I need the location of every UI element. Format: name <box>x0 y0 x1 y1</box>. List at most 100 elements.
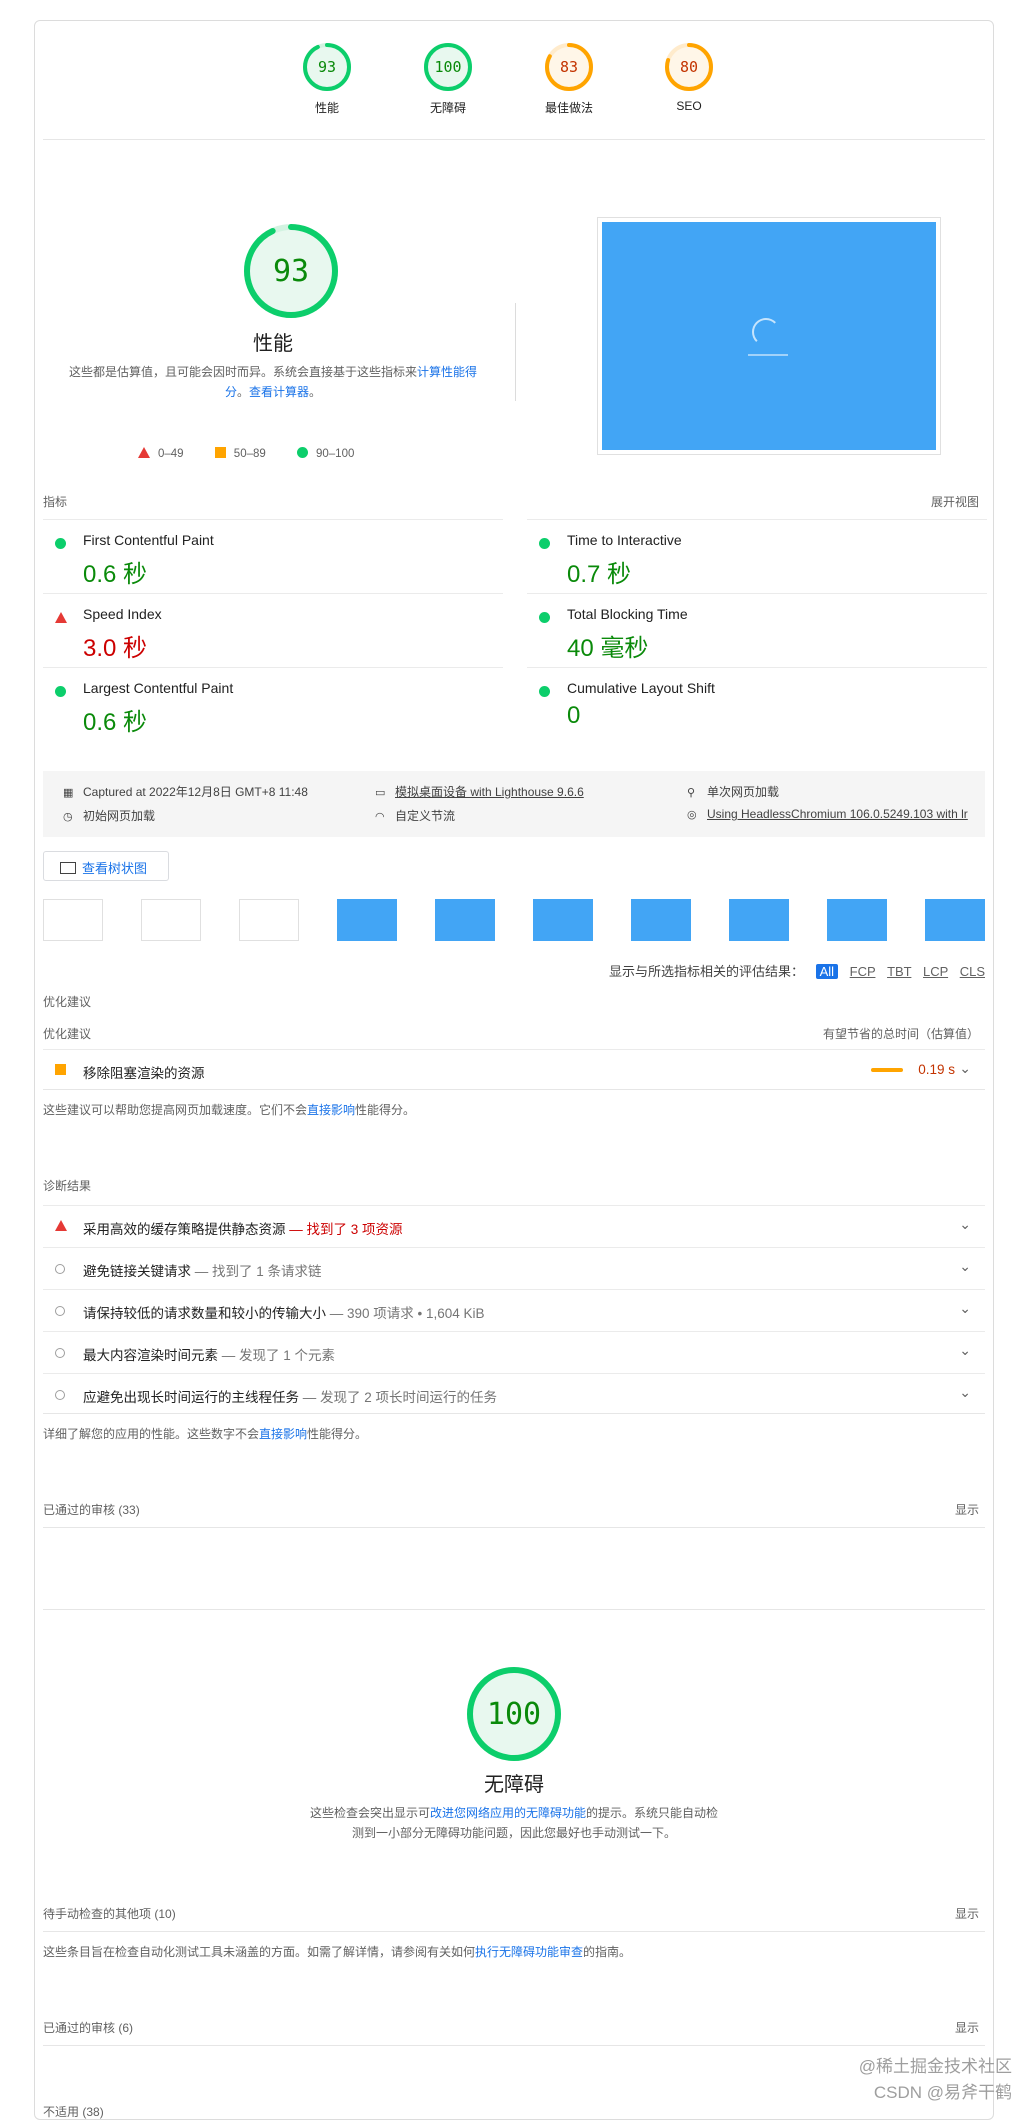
metric-tbt: Total Blocking Time 40 毫秒 <box>527 593 987 666</box>
accessibility-score: 100 <box>487 1697 541 1732</box>
metric-value: 0.7 秒 <box>567 561 632 588</box>
report-card: 93 性能 100 无障碍 83 最佳做法 80 SEO 93 性能 这些都是估… <box>34 20 994 2120</box>
show-manual-checks[interactable]: 显示 <box>955 1905 979 1922</box>
show-passed-audits[interactable]: 显示 <box>955 1501 979 1518</box>
single-page-load: ⚲ 单次网页加载 <box>687 785 780 799</box>
expand-view-toggle[interactable]: 展开视图 <box>931 493 979 510</box>
filmstrip-frame <box>435 899 495 941</box>
diagnostic-title: 采用高效的缓存策略提供静态资源 <box>83 1222 286 1237</box>
divider <box>43 2045 985 2046</box>
diagnostic-title: 避免链接关键请求 <box>83 1264 191 1279</box>
diagnostic-detail: — 390 项请求 • 1,604 KiB <box>329 1306 485 1321</box>
filter-tbt[interactable]: TBT <box>887 964 911 979</box>
diagnostic-title: 最大内容渲染时间元素 <box>83 1348 218 1363</box>
timer-icon: ◷ <box>63 811 73 823</box>
legend-fail: 0–49 <box>138 447 184 460</box>
filmstrip-frame <box>337 899 397 941</box>
filter-fcp[interactable]: FCP <box>850 964 876 979</box>
improve-accessibility-link[interactable]: 改进您网络应用的无障碍功能 <box>430 1806 586 1820</box>
metric-name: Largest Contentful Paint <box>83 680 234 696</box>
diagnostic-row[interactable]: 最大内容渲染时间元素 — 发现了 1 个元素 ⌄ <box>43 1331 985 1372</box>
performance-summary: 93 性能 这些都是估算值，且可能会因时而异。系统会直接基于这些指标来计算性能得… <box>43 221 503 402</box>
filter-lcp[interactable]: LCP <box>923 964 948 979</box>
pass-circle-icon <box>55 684 66 702</box>
performance-description: 这些都是估算值，且可能会因时而异。系统会直接基于这些指标来计算性能得分。查看计算… <box>68 365 478 399</box>
pass-circle-icon <box>539 684 550 702</box>
diagnostic-row[interactable]: 请保持较低的请求数量和较小的传输大小 — 390 项请求 • 1,604 KiB… <box>43 1289 985 1330</box>
metric-value: 40 毫秒 <box>567 635 649 662</box>
diagnostics-note: 详细了解您的应用的性能。这些数字不会直接影响性能得分。 <box>43 1427 368 1441</box>
info-circle-icon <box>55 1346 65 1361</box>
filmstrip-frame <box>827 899 887 941</box>
chevron-down-icon[interactable]: ⌄ <box>959 1300 971 1317</box>
accessibility-gauge: 100 <box>467 1667 561 1761</box>
view-treemap-button[interactable]: 查看树状图 <box>43 851 169 881</box>
screenshot-image <box>602 222 936 450</box>
filmstrip-frame <box>729 899 789 941</box>
info-circle-icon <box>55 1304 65 1319</box>
chevron-down-icon[interactable]: ⌄ <box>959 1258 971 1275</box>
accessibility-title: 无障碍 <box>484 1774 544 1796</box>
opportunity-row[interactable]: 移除阻塞渲染的资源 0.19 s ⌄ <box>43 1049 985 1090</box>
accessibility-review-link[interactable]: 执行无障碍功能审查 <box>475 1945 583 1959</box>
metric-name: Cumulative Layout Shift <box>567 680 715 696</box>
metric-value: 0 <box>567 702 581 729</box>
opportunities-note: 这些建议可以帮助您提高网页加载速度。它们不会直接影响性能得分。 <box>43 1103 416 1117</box>
divider <box>43 1089 985 1090</box>
diagnostic-row[interactable]: 采用高效的缓存策略提供静态资源 — 找到了 3 项资源 ⌄ <box>43 1205 985 1246</box>
opportunity-title: 移除阻塞渲染的资源 <box>83 1066 205 1081</box>
passed-accessibility-toggle[interactable]: 已通过的审核 (6) <box>43 2019 133 2036</box>
not-applicable-toggle[interactable]: 不适用 (38) <box>43 2103 104 2120</box>
browser-info[interactable]: ◎ Using HeadlessChromium 106.0.5249.103 w… <box>687 807 968 821</box>
diagnostic-row[interactable]: 应避免出现长时间运行的主线程任务 — 发现了 2 项长时间运行的任务 ⌄ <box>43 1373 985 1414</box>
divider <box>43 1609 985 1610</box>
chevron-down-icon[interactable]: ⌄ <box>959 1342 971 1359</box>
metric-value: 0.6 秒 <box>83 561 148 588</box>
legend-average: 50–89 <box>214 447 266 460</box>
direct-impact-link[interactable]: 直接影响 <box>307 1103 355 1117</box>
average-square-icon <box>214 447 226 458</box>
fail-triangle-icon <box>138 447 150 458</box>
metric-tti: Time to Interactive 0.7 秒 <box>527 519 987 592</box>
direct-impact-link[interactable]: 直接影响 <box>259 1427 307 1441</box>
info-circle-icon <box>55 1388 65 1403</box>
filmstrip-frame <box>43 899 103 941</box>
filter-cls[interactable]: CLS <box>960 964 985 979</box>
performance-title: 性能 <box>253 333 293 355</box>
final-screenshot[interactable] <box>597 217 941 455</box>
divider <box>43 1527 985 1528</box>
custom-throttling: ◠ 自定义节流 <box>375 809 456 823</box>
opportunities-heading: 优化建议 <box>43 995 92 1009</box>
passed-audits-toggle[interactable]: 已通过的审核 (33) <box>43 1501 140 1518</box>
show-passed-accessibility[interactable]: 显示 <box>955 2019 979 2036</box>
manual-checks-toggle[interactable]: 待手动检查的其他项 (10) <box>43 1905 176 1922</box>
diagnostic-detail: — 发现了 1 个元素 <box>221 1348 336 1363</box>
metric-value: 3.0 秒 <box>83 635 148 662</box>
diagnostic-row[interactable]: 避免链接关键请求 — 找到了 1 条请求链 ⌄ <box>43 1247 985 1288</box>
diagnostic-detail: — 找到了 1 条请求链 <box>194 1264 322 1279</box>
metric-name: Speed Index <box>83 606 162 622</box>
emulated-device[interactable]: ▭ 模拟桌面设备 with Lighthouse 9.6.6 <box>375 783 584 800</box>
opportunities-column-left: 优化建议 <box>43 1027 92 1041</box>
fail-triangle-icon <box>55 610 67 628</box>
metric-lcp: Largest Contentful Paint 0.6 秒 <box>43 667 503 740</box>
info-circle-icon <box>55 1262 65 1277</box>
savings-value: 0.19 s <box>918 1062 955 1077</box>
view-calculator-link[interactable]: 查看计算器 <box>249 385 309 399</box>
chevron-down-icon[interactable]: ⌄ <box>959 1384 971 1401</box>
calendar-icon: ▦ <box>63 787 74 799</box>
session-icon: ⚲ <box>687 787 696 799</box>
filmstrip-frame <box>141 899 201 941</box>
filter-all[interactable]: All <box>815 964 839 979</box>
diagnostics-heading: 诊断结果 <box>43 1179 92 1193</box>
metric-value: 0.6 秒 <box>83 709 148 736</box>
chevron-down-icon[interactable]: ⌄ <box>959 1060 971 1077</box>
vertical-divider <box>515 303 516 401</box>
screenshot-caption <box>748 354 788 356</box>
chevron-down-icon[interactable]: ⌄ <box>959 1216 971 1233</box>
diagnostic-detail: — 找到了 3 项资源 <box>289 1222 403 1237</box>
filmstrip-frame <box>239 899 299 941</box>
treemap-icon <box>60 862 76 874</box>
metric-cls: Cumulative Layout Shift 0 <box>527 667 987 740</box>
performance-score: 93 <box>273 254 309 289</box>
